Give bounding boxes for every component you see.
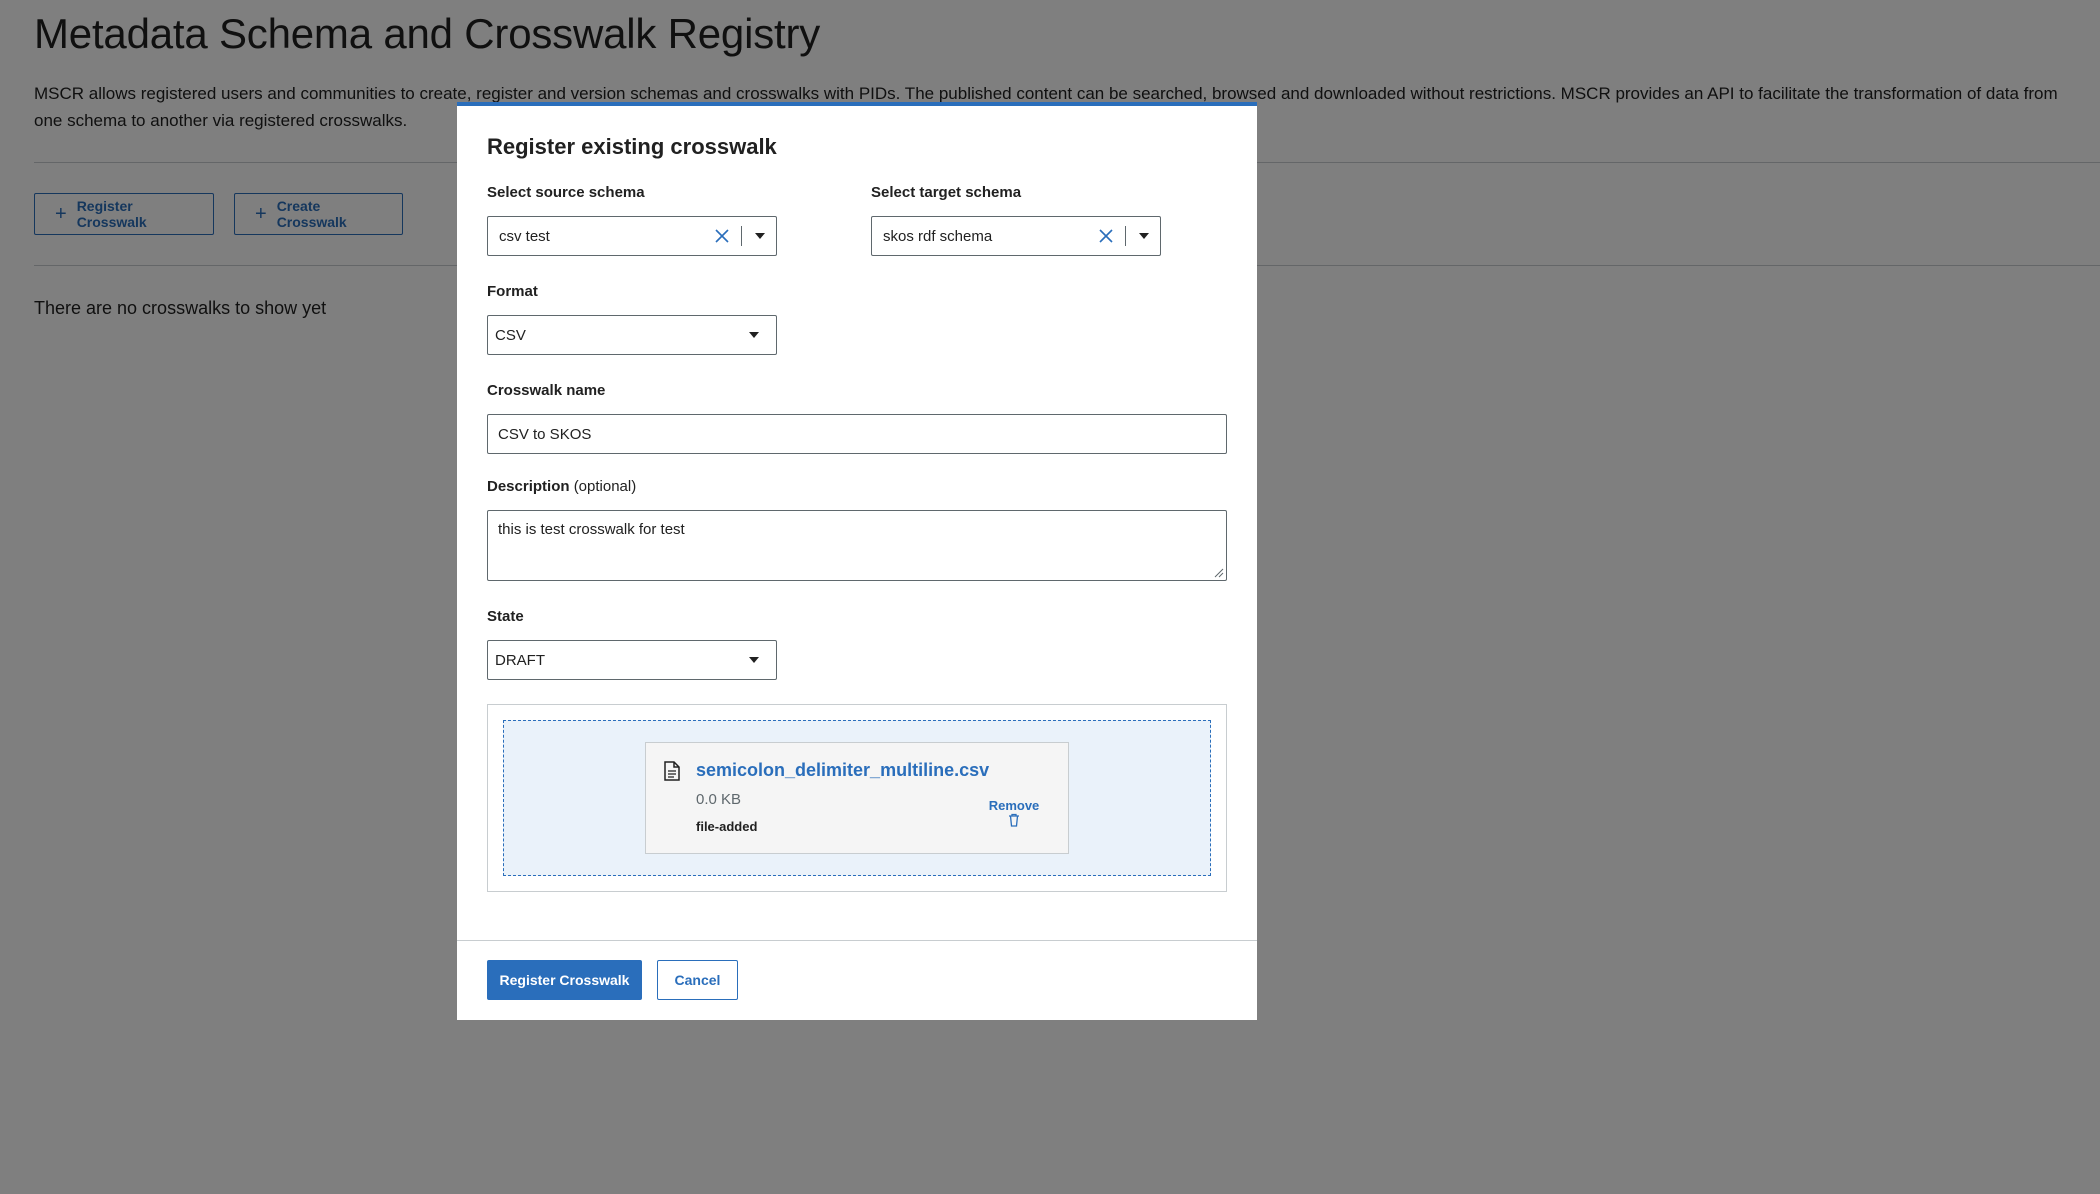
description-value: this is test crosswalk for test [498,521,685,538]
state-label: State [487,608,524,625]
clear-icon[interactable] [1093,223,1119,249]
file-name: semicolon_delimiter_multiline.csv [696,760,990,780]
modal-footer-divider [457,940,1257,941]
state-value: DRAFT [495,651,545,669]
description-label-text: Description [487,478,570,495]
file-size: 0.0 KB [696,791,742,808]
uploaded-file-card: semicolon_delimiter_multiline.csv 0.0 KB… [645,742,1069,854]
submit-register-crosswalk-button[interactable]: Register Crosswalk [487,960,642,1000]
format-label: Format [487,283,538,300]
file-upload-container: semicolon_delimiter_multiline.csv 0.0 KB… [487,704,1227,892]
register-crosswalk-modal: Register existing crosswalk Select sourc… [457,102,1257,1020]
resize-handle-icon[interactable] [1214,568,1224,578]
chevron-down-icon[interactable] [1134,233,1154,239]
remove-file-button[interactable]: Remove [986,798,1042,827]
crosswalk-name-label: Crosswalk name [487,382,606,399]
format-value: CSV [495,326,526,344]
clear-icon[interactable] [709,223,735,249]
state-select[interactable]: DRAFT [487,640,777,680]
cancel-button[interactable]: Cancel [657,960,738,1000]
combo-separator [741,226,742,246]
source-schema-label: Select source schema [487,184,645,201]
trash-icon [1009,813,1019,827]
file-status: file-added [696,819,758,834]
combo-separator [1125,226,1126,246]
modal-title: Register existing crosswalk [487,134,777,159]
optional-hint: (optional) [573,478,637,495]
document-icon [664,761,680,781]
chevron-down-icon [744,332,764,338]
chevron-down-icon [744,657,764,663]
chevron-down-icon[interactable] [750,233,770,239]
target-schema-label: Select target schema [871,184,1022,201]
description-textarea[interactable]: this is test crosswalk for test [487,510,1227,581]
crosswalk-name-input[interactable]: CSV to SKOS [487,414,1227,454]
source-schema-select[interactable]: csv test [487,216,777,256]
target-schema-select[interactable]: skos rdf schema [871,216,1161,256]
file-dropzone[interactable]: semicolon_delimiter_multiline.csv 0.0 KB… [503,720,1211,876]
target-schema-value: skos rdf schema [883,227,993,245]
remove-file-label: Remove [988,798,1040,813]
description-label: Description (optional) [487,478,636,495]
format-select[interactable]: CSV [487,315,777,355]
source-schema-value: csv test [499,227,550,245]
